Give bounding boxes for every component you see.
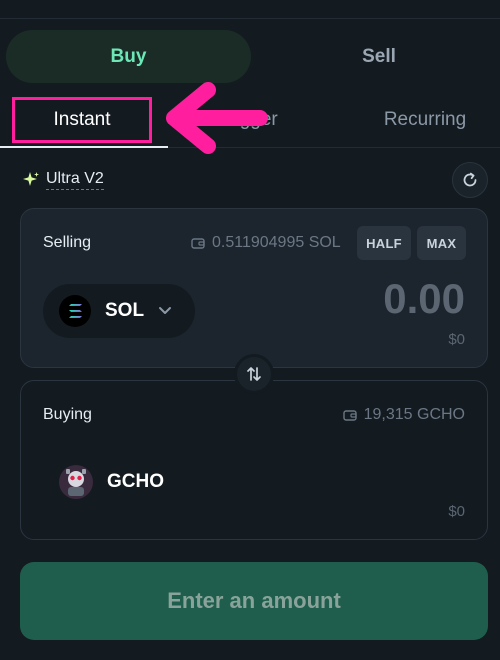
enter-amount-button[interactable]: Enter an amount	[20, 562, 488, 640]
selling-label: Selling	[43, 234, 92, 251]
half-button[interactable]: HALF	[357, 226, 411, 260]
tab-recurring[interactable]: Recurring	[350, 97, 500, 143]
gcho-token-avatar-icon	[59, 465, 93, 499]
wallet-icon	[342, 409, 357, 421]
sell-token-name: SOL	[105, 300, 145, 321]
sell-token-selector[interactable]: SOL	[43, 284, 195, 338]
sell-amount-input[interactable]: 0.00	[383, 275, 465, 323]
buying-label: Buying	[43, 406, 92, 423]
refresh-icon	[463, 172, 477, 187]
pointer-arrow-annotation	[166, 82, 268, 154]
buying-balance-value: 19,315 GCHO	[363, 406, 465, 423]
buy-tab[interactable]: Buy	[6, 30, 251, 83]
sell-usd-value: $0	[448, 331, 465, 348]
buy-token-name: GCHO	[107, 471, 164, 492]
selling-balance-value: 0.511904995 SOL	[212, 234, 341, 251]
buying-balance: 19,315 GCHO	[342, 406, 465, 424]
tab-instant[interactable]: Instant	[12, 97, 152, 143]
buy-usd-value: $0	[448, 503, 465, 520]
max-button[interactable]: MAX	[417, 226, 466, 260]
chevron-down-icon	[159, 307, 172, 314]
ultra-mode-label: Ultra V2	[46, 170, 104, 190]
sell-tab[interactable]: Sell	[258, 30, 500, 83]
wallet-icon	[191, 237, 205, 249]
swap-direction-button[interactable]	[234, 354, 274, 394]
sparkle-icon	[23, 172, 39, 186]
swap-arrows-icon	[247, 367, 261, 381]
selling-balance[interactable]: 0.511904995 SOL	[191, 234, 341, 252]
selling-card: Selling 0.511904995 SOL HALF MAX SOL 0.0	[20, 208, 488, 368]
buy-token-selector[interactable]: GCHO	[59, 465, 164, 499]
refresh-button[interactable]	[452, 162, 488, 198]
buying-card: Buying 19,315 GCHO GCHO $0	[20, 380, 488, 540]
solana-logo-icon	[59, 295, 91, 327]
ultra-mode-toggle[interactable]: Ultra V2	[22, 168, 104, 192]
top-divider	[0, 18, 500, 19]
active-tab-indicator	[0, 146, 168, 148]
